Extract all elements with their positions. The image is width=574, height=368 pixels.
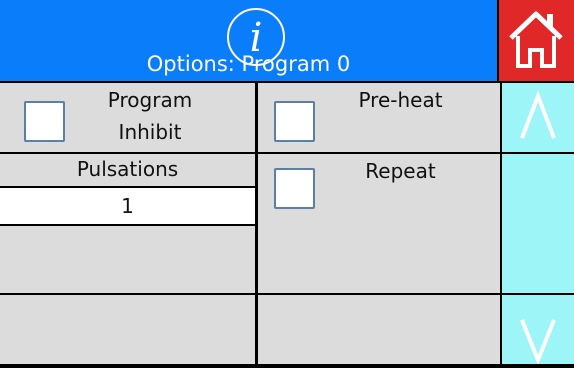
chevron-down-icon — [520, 319, 556, 366]
scroll-down-button[interactable] — [502, 295, 574, 366]
empty-cell — [0, 295, 255, 364]
pre-heat-checkbox[interactable] — [274, 101, 315, 142]
scroll-up-button[interactable] — [502, 83, 574, 152]
home-icon — [509, 11, 563, 68]
program-inhibit-checkbox[interactable] — [24, 101, 65, 142]
pre-heat-label: Pre-heat — [358, 88, 443, 112]
repeat-cell[interactable]: Repeat — [258, 154, 500, 293]
repeat-label: Repeat — [365, 159, 436, 183]
chevron-up-icon — [520, 90, 556, 139]
pulsations-input[interactable]: 1 — [0, 188, 255, 224]
program-inhibit-cell[interactable]: Program Inhibit — [0, 83, 255, 152]
svg-text:i: i — [250, 15, 263, 61]
repeat-checkbox[interactable] — [274, 168, 315, 209]
empty-cell — [258, 295, 500, 364]
program-inhibit-label-line1: Program — [107, 88, 193, 112]
empty-cell — [0, 226, 255, 293]
program-inhibit-label-line2: Inhibit — [118, 120, 182, 144]
pre-heat-cell[interactable]: Pre-heat — [258, 83, 500, 152]
info-icon[interactable]: i — [226, 7, 286, 67]
pulsations-label-cell: Pulsations — [0, 154, 255, 186]
home-button[interactable] — [499, 0, 574, 81]
scroll-track[interactable] — [502, 154, 574, 293]
pulsations-label: Pulsations — [76, 157, 179, 181]
